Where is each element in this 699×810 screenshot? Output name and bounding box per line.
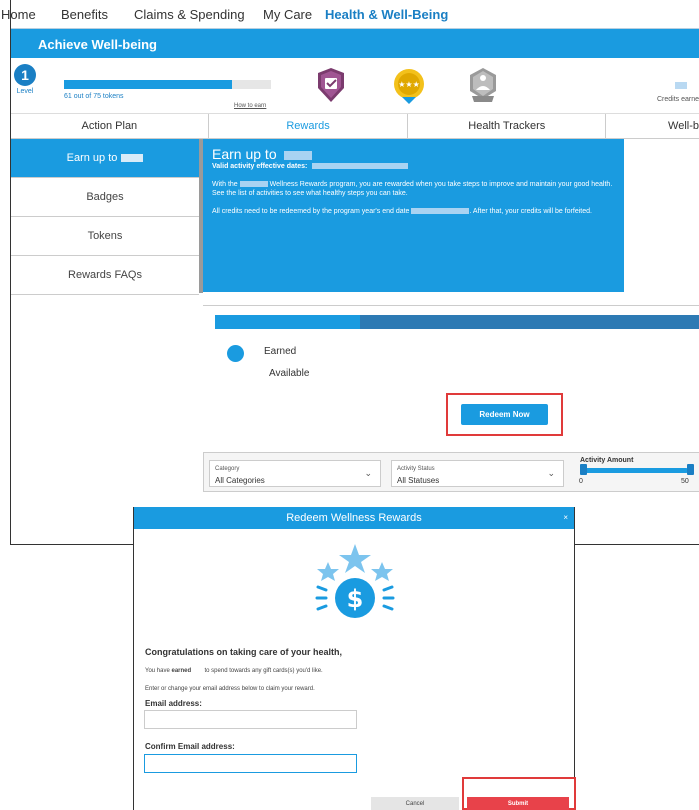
confirm-email-label: Confirm Email address: [145,742,235,751]
tab-health-trackers[interactable]: Health Trackers [408,114,607,138]
status-value: All Statuses [397,476,440,485]
tab-rewards[interactable]: Rewards [209,114,409,138]
sidebar-item-rewards-faqs[interactable]: Rewards FAQs [11,256,199,295]
activity-filters: Category All Categories ⌄ Activity Statu… [203,452,699,492]
nav-health-well-being[interactable]: Health & Well-Being [325,7,448,22]
status-label: Activity Status [397,466,435,472]
sidebar-item-label: Earn up to [66,152,118,164]
category-value: All Categories [215,476,265,485]
submit-button[interactable]: Submit [467,797,569,810]
sidebar-item-label: Rewards FAQs [68,269,142,281]
svg-text:$: $ [347,585,364,613]
activity-amount-title: Activity Amount [580,457,634,464]
sidebar-item-label: Badges [86,191,124,203]
redeem-now-button[interactable]: Redeem Now [461,404,548,425]
nav-home[interactable]: Home [1,7,61,22]
cancel-button[interactable]: Cancel [371,797,459,810]
slider-min-handle[interactable] [580,464,587,475]
panel-title: Earn up to [212,146,615,162]
earnings-summary: Earned Available Redeem Now [203,305,699,445]
email-label: Email address: [145,699,202,708]
rewards-tabs: Action Plan Rewards Health Trackers Well… [11,114,699,139]
activity-status-dropdown[interactable]: Activity Status All Statuses ⌄ [391,460,564,487]
credits-earned-label: Credits earne [656,96,699,103]
tab-action-plan[interactable]: Action Plan [11,114,209,138]
money-reward-icon: $ [315,544,395,618]
chevron-down-icon: ⌄ [547,468,555,478]
valid-dates: Valid activity effective dates: [212,163,615,170]
email-instructions: Enter or change your email address below… [145,686,315,692]
tab-well-being[interactable]: Well-b [606,114,699,138]
shield-badge-icon[interactable] [314,66,348,106]
category-dropdown[interactable]: Category All Categories ⌄ [209,460,381,487]
star-medal-icon[interactable]: ★★★ [391,66,427,106]
activity-amount-slider[interactable] [582,468,688,473]
nav-my-care[interactable]: My Care [263,7,325,22]
close-icon[interactable]: × [563,507,568,529]
redacted-company [239,181,268,188]
earned-message: You have earned to spend towards any gif… [145,668,323,674]
email-field[interactable] [144,710,357,729]
token-progress-text: 61 out of 75 tokens [64,93,124,100]
token-progress-fill [64,80,233,89]
chevron-down-icon: ⌄ [364,468,372,478]
svg-text:★★★: ★★★ [398,80,420,89]
confirm-email-field[interactable] [144,754,357,773]
redacted-date [411,207,470,214]
earned-label: Earned [264,346,297,357]
level-number: 1 [14,64,36,86]
sidebar-item-badges[interactable]: Badges [11,178,199,217]
modal-header: Redeem Wellness Rewards × [134,507,574,529]
program-description: With the Wellness Rewards program, you a… [212,181,613,197]
sidebar-item-tokens[interactable]: Tokens [11,217,199,256]
token-progress-bar [64,80,271,89]
amount-max: 50 [681,478,689,485]
page-title: Achieve Well-being [38,37,157,52]
congrats-heading: Congratulations on taking care of your h… [145,647,343,657]
rewards-body: Earn up to Badges Tokens Rewards FAQs Ea… [11,139,699,543]
top-navigation: Home Benefits Claims & Spending My Care … [1,0,699,28]
redeem-modal: Redeem Wellness Rewards × $ Congratulati… [133,507,576,810]
category-label: Category [215,466,240,472]
redacted-amount [283,150,312,160]
main-window: Home Benefits Claims & Spending My Care … [1,0,699,545]
nav-benefits[interactable]: Benefits [61,7,134,22]
nav-claims-spending[interactable]: Claims & Spending [134,7,263,22]
earn-info-panel: Earn up to Valid activity effective date… [203,139,624,292]
amount-min: 0 [579,478,583,485]
available-label: Available [269,368,310,379]
slider-max-handle[interactable] [687,464,694,475]
level-label: Level [16,88,34,95]
meditation-badge-icon[interactable] [466,66,500,106]
sidebar-item-earn-up-to[interactable]: Earn up to [11,139,207,178]
how-to-earn-link[interactable]: How to earn [234,103,266,109]
sidebar-item-label: Tokens [87,230,123,242]
credits-value-redacted [675,82,687,89]
page-banner: Achieve Well-being [11,28,699,58]
rewards-sidebar: Earn up to Badges Tokens Rewards FAQs [11,139,207,295]
earned-bar [215,315,360,329]
redacted-dates [312,163,409,170]
modal-title: Redeem Wellness Rewards [286,512,422,524]
earned-legend-dot [227,345,244,362]
redacted-amount [121,154,144,162]
level-progress-row: 1 Level 61 out of 75 tokens How to earn … [11,58,699,114]
available-bar [360,315,699,329]
redeem-deadline-note: All credits need to be redeemed by the p… [212,207,592,215]
